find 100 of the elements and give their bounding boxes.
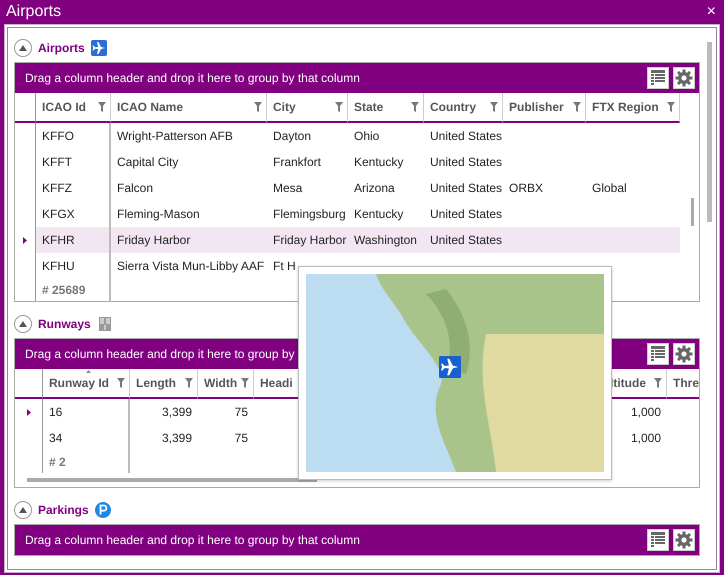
table-cell: Friday Harbor: [267, 227, 348, 253]
table-cell: 16: [43, 399, 130, 425]
column-label: Length: [136, 376, 176, 390]
table-cell: KFFZ: [36, 175, 111, 201]
table-cell-text: United States: [429, 128, 503, 145]
collapse-button[interactable]: [14, 315, 32, 333]
filter-icon[interactable]: [667, 102, 675, 112]
table-cell-text: 75: [234, 404, 249, 421]
table-cell-text: Ft H: [272, 258, 297, 275]
column-chooser-button[interactable]: [647, 343, 669, 365]
filter-icon[interactable]: [411, 102, 419, 112]
column-label: City: [273, 100, 296, 114]
column-label: State: [354, 100, 384, 114]
current-row-icon: [23, 236, 27, 244]
column-header[interactable]: FTX Region: [586, 93, 680, 123]
filter-icon[interactable]: [654, 378, 662, 388]
table-cell: 34: [43, 425, 130, 451]
column-header[interactable]: Runway Id: [43, 369, 130, 399]
table-cell-text: 75: [234, 430, 249, 447]
table-cell-text: Frankfort: [272, 154, 322, 171]
column-label: ICAO Name: [117, 100, 184, 114]
table-cell-text: Sierra Vista Mun-Libby AAF: [116, 258, 266, 275]
column-label: FTX Region: [592, 100, 659, 114]
table-cell-text: United States: [429, 180, 503, 197]
filter-icon[interactable]: [185, 378, 193, 388]
section-title: Airports: [38, 41, 85, 55]
table-cell-text: Kentucky: [353, 154, 404, 171]
row-count: # 2: [49, 455, 66, 469]
table-cell-text: 1,000: [630, 404, 662, 421]
table-cell-text: ORBX: [508, 180, 544, 197]
header-corner: [15, 93, 36, 123]
group-hint: Drag a column header and drop it here to group by: [25, 347, 295, 361]
table-cell-text: Arizona: [353, 180, 396, 197]
column-header[interactable]: ICAO Id: [36, 93, 111, 123]
column-header[interactable]: Thre: [667, 369, 699, 399]
collapse-button[interactable]: [14, 39, 32, 57]
table-cell: KFFT: [36, 149, 111, 175]
table-cell-text: Flemingsburg: [272, 206, 347, 223]
filter-icon[interactable]: [117, 378, 125, 388]
table-cell: KFHR: [36, 227, 111, 253]
filter-icon[interactable]: [335, 102, 343, 112]
table-cell-text: United States: [429, 206, 503, 223]
parking-icon: [94, 502, 111, 518]
table-cell-text: Mesa: [272, 180, 304, 197]
window-title: Airports: [6, 3, 62, 21]
filter-icon[interactable]: [241, 378, 249, 388]
filter-icon[interactable]: [98, 102, 106, 112]
table-cell-text: Fleming-Mason: [116, 206, 201, 223]
collapse-button[interactable]: [14, 501, 32, 519]
table-cell-text: Capital City: [116, 154, 180, 171]
column-header[interactable]: Publisher: [503, 93, 586, 123]
column-header[interactable]: City: [267, 93, 348, 123]
runway-icon: [96, 316, 113, 332]
settings-button[interactable]: [673, 67, 695, 89]
table-cell-text: 3,399: [160, 430, 193, 447]
plane-icon: [90, 40, 107, 56]
settings-button[interactable]: [673, 343, 695, 365]
table-cell-text: Ohio: [353, 128, 380, 145]
column-label: Publisher: [509, 100, 564, 114]
caret-icon: [19, 321, 27, 327]
table-cell-text: Dayton: [272, 128, 312, 145]
table-cell: United States: [424, 227, 503, 253]
group-hint: Drag a column header and drop it here to group by that column: [25, 533, 360, 547]
column-header[interactable]: ICAO Name: [111, 93, 267, 123]
row-count: # 25689: [42, 283, 86, 297]
settings-button[interactable]: [673, 529, 695, 551]
table-cell-text: Falcon: [116, 180, 154, 197]
table-cell: Friday Harbor: [111, 227, 267, 253]
column-header[interactable]: Country: [424, 93, 503, 123]
column-label: Headi: [260, 376, 293, 390]
group-hint: Drag a column header and drop it here to group by that column: [25, 71, 360, 85]
section-title: Parkings: [38, 503, 89, 517]
table-cell-text: Global: [591, 180, 628, 197]
table-cell: KFHU: [36, 253, 111, 279]
column-header[interactable]: State: [348, 93, 424, 123]
current-row-icon: [26, 408, 30, 416]
column-header[interactable]: Width: [198, 369, 254, 399]
filter-icon[interactable]: [490, 102, 498, 112]
column-chooser-button[interactable]: [647, 529, 669, 551]
column-label: Width: [204, 376, 238, 390]
table-cell-text: United States: [429, 154, 503, 171]
column-label: Country: [430, 100, 476, 114]
table-cell: KFFO: [36, 123, 111, 149]
plane-marker-icon: [439, 356, 461, 378]
column-header[interactable]: Length: [130, 369, 198, 399]
section-title: Runways: [38, 317, 91, 331]
column-label: ICAO Id: [42, 100, 86, 114]
table-cell: Washington: [348, 227, 424, 253]
table-cell-text: 3,399: [160, 404, 193, 421]
filter-icon[interactable]: [254, 102, 262, 112]
table-cell-text: Kentucky: [353, 206, 404, 223]
column-chooser-button[interactable]: [647, 67, 669, 89]
table-cell-text: 1,000: [630, 430, 662, 447]
close-button[interactable]: ×: [704, 3, 718, 21]
filter-icon[interactable]: [573, 102, 581, 112]
caret-icon: [19, 507, 27, 513]
column-label: Thre: [673, 376, 699, 390]
table-cell-text: Wright-Patterson AFB: [116, 128, 234, 145]
header-corner: [15, 369, 43, 399]
caret-icon: [19, 45, 27, 51]
